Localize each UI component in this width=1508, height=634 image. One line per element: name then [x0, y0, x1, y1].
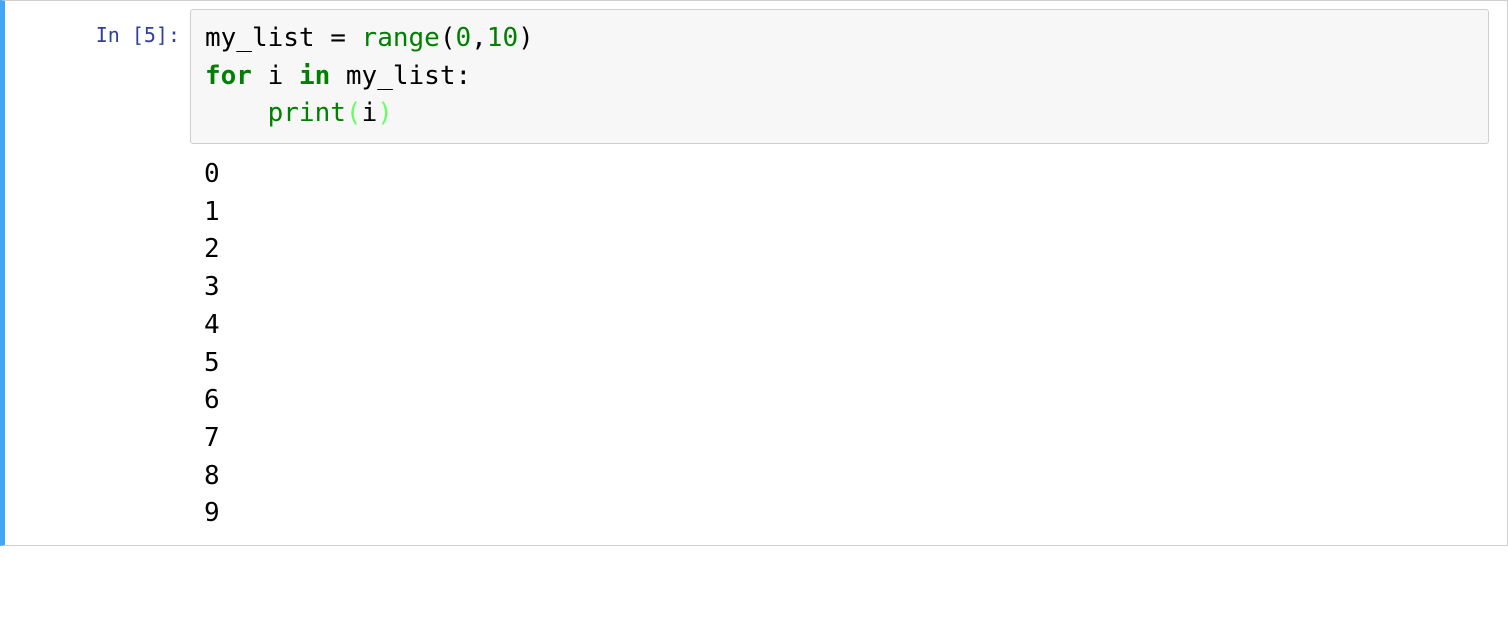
- output-area: 0 1 2 3 4 5 6 7 8 9: [190, 152, 1489, 533]
- code-token: ): [518, 23, 534, 53]
- code-token: [283, 61, 299, 91]
- code-token: :: [455, 61, 471, 91]
- output-row: 0 1 2 3 4 5 6 7 8 9: [5, 144, 1507, 545]
- notebook-cell: In [5]: my_list = range(0,10) for i in m…: [0, 0, 1508, 546]
- code-token: my_list: [346, 61, 456, 91]
- code-token: print: [268, 98, 346, 128]
- code-token: my_list: [205, 23, 315, 53]
- code-token: ,: [471, 23, 487, 53]
- code-token: [330, 61, 346, 91]
- code-token: for: [205, 61, 252, 91]
- code-token: [252, 61, 268, 91]
- input-prompt: In [5]:: [5, 9, 180, 47]
- output-line: 3: [204, 272, 220, 302]
- code-token: 10: [487, 23, 518, 53]
- code-token: i: [362, 98, 378, 128]
- input-row: In [5]: my_list = range(0,10) for i in m…: [5, 1, 1507, 144]
- output-line: 6: [204, 385, 220, 415]
- code-input[interactable]: my_list = range(0,10) for i in my_list: …: [190, 9, 1489, 144]
- code-token: (: [346, 98, 362, 128]
- output-line: 0: [204, 159, 220, 189]
- output-line: 7: [204, 423, 220, 453]
- output-line: 9: [204, 498, 220, 528]
- code-token: =: [315, 23, 362, 53]
- code-token: [205, 98, 268, 128]
- output-prompt: [5, 152, 180, 166]
- code-token: range: [362, 23, 440, 53]
- output-line: 5: [204, 348, 220, 378]
- code-token: in: [299, 61, 330, 91]
- code-token: (: [440, 23, 456, 53]
- output-line: 2: [204, 234, 220, 264]
- output-line: 8: [204, 461, 220, 491]
- code-token: ): [377, 98, 393, 128]
- output-line: 1: [204, 197, 220, 227]
- code-token: i: [268, 61, 284, 91]
- output-line: 4: [204, 310, 220, 340]
- code-token: 0: [455, 23, 471, 53]
